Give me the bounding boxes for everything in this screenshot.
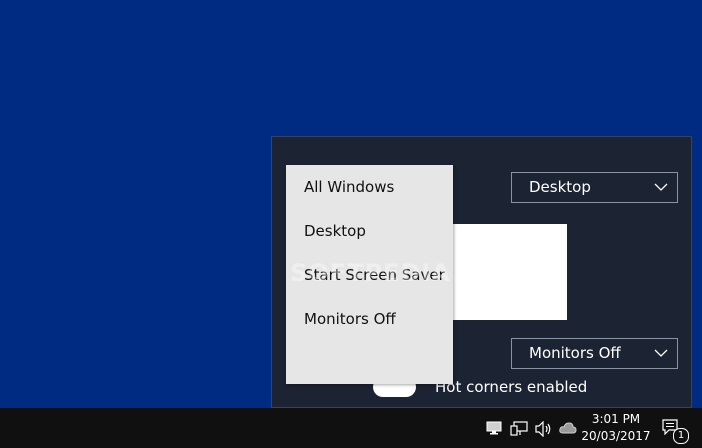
menu-item-desktop[interactable]: Desktop xyxy=(304,222,366,240)
cloud-icon[interactable] xyxy=(559,421,577,435)
taskbar-clock[interactable]: 3:01 PM 20/03/2017 xyxy=(581,411,651,445)
notification-count-badge: 1 xyxy=(673,428,689,444)
clock-time: 3:01 PM xyxy=(591,412,641,426)
menu-item-monitors-off[interactable]: Monitors Off xyxy=(304,310,396,328)
display-icon[interactable] xyxy=(486,421,502,435)
hot-corners-label: Hot corners enabled xyxy=(435,378,588,396)
corner-action-menu: All Windows Desktop Start Screen Saver M… xyxy=(286,165,453,384)
clock-date: 20/03/2017 xyxy=(581,429,651,443)
menu-item-start-screen-saver[interactable]: Start Screen Saver xyxy=(304,266,445,284)
corner-action-dropdown-bottom[interactable]: Monitors Off xyxy=(511,338,678,369)
network-icon[interactable] xyxy=(510,421,528,437)
chevron-down-icon xyxy=(654,349,668,357)
menu-item-all-windows[interactable]: All Windows xyxy=(304,178,394,196)
monitor-preview xyxy=(453,224,567,320)
dropdown-value: Desktop xyxy=(529,178,591,196)
corner-action-dropdown-top[interactable]: Desktop xyxy=(511,172,678,203)
chevron-down-icon xyxy=(654,183,668,191)
dropdown-value: Monitors Off xyxy=(529,344,621,362)
volume-icon[interactable] xyxy=(535,421,553,437)
